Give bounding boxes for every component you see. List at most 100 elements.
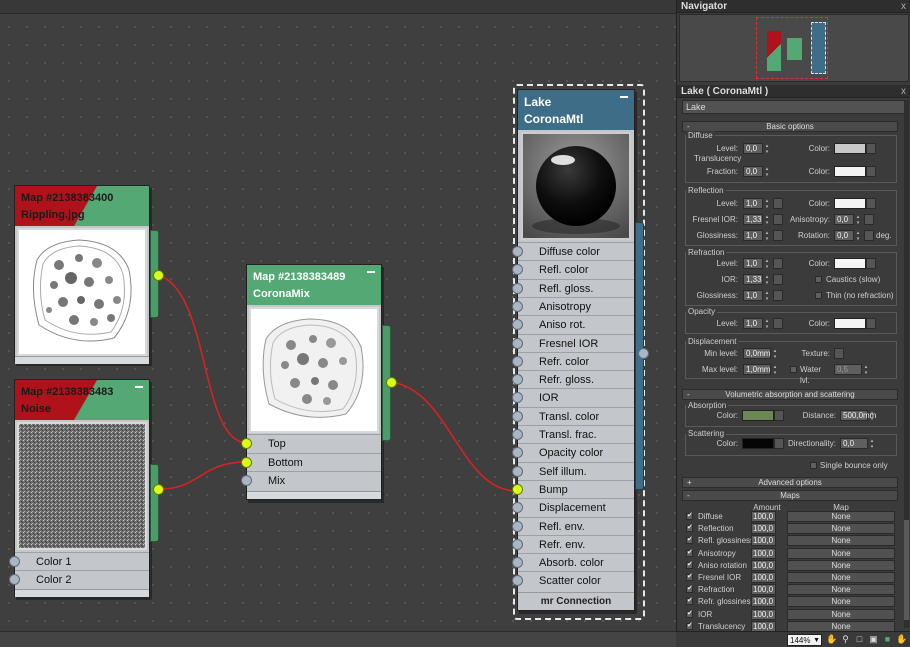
lake-input-socket[interactable] [512,300,523,312]
rotation-map-button[interactable] [864,230,874,241]
fresnel-map-button[interactable] [773,214,783,225]
map-slot-button[interactable]: None [787,523,895,535]
absorption-map-button[interactable] [774,410,784,421]
lake-input-socket[interactable] [512,264,523,276]
lake-socket-row[interactable]: Self illum. [512,461,634,480]
panel-scrollbar-thumb[interactable] [904,520,909,620]
lake-socket-row[interactable]: Displacement [512,498,634,516]
zoom-extents-icon[interactable]: ▣ [868,634,879,645]
map-amount-input[interactable]: 100,0 [751,547,776,559]
map-slot-button[interactable]: None [787,572,895,583]
lake-input-socket[interactable] [512,465,523,477]
rollout-volumetric[interactable]: - Volumetric absorption and scattering [682,389,898,400]
map-amount-input[interactable]: 100,0 [751,572,776,583]
lake-input-socket[interactable] [512,502,523,514]
lake-socket-row[interactable]: Refr. env. [512,534,634,553]
navigator-view[interactable] [679,14,909,82]
lake-input-socket[interactable] [512,483,523,495]
lake-input-socket[interactable] [512,319,523,331]
node-coronamix[interactable]: Map #2138383489 CoronaMix Top Bottom Mix [241,264,397,500]
distance-input[interactable]: 500,0mm [840,410,876,422]
refr-color-swatch[interactable] [834,258,866,269]
zoom-selected-icon[interactable]: ■ [882,634,893,645]
mix-input-socket[interactable] [241,475,252,486]
lake-socket-row[interactable]: Transl. frac. [512,425,634,443]
refr-level-map-button[interactable] [773,258,783,269]
lake-socket-row[interactable]: Aniso rot. [512,315,634,333]
water-level-input[interactable]: 0,5 [834,364,870,376]
map-amount-input[interactable]: 100,0 [751,608,776,620]
socket-top[interactable]: Top [247,434,381,452]
ior-map-button[interactable] [773,274,783,285]
translucency-color-swatch[interactable] [834,166,866,177]
lake-input-socket[interactable] [512,282,523,294]
map-enable-checkbox[interactable] [686,560,693,569]
lake-input-socket[interactable] [512,337,523,349]
lake-socket-row[interactable]: Anisotropy [512,296,634,315]
node-noise[interactable]: Map #2138383483 Noise Color 1 Color 2 [9,379,164,597]
lake-socket-row[interactable]: Refr. gloss. [512,370,634,388]
map-enable-checkbox[interactable] [686,535,693,545]
lake-input-socket[interactable] [512,392,523,404]
diffuse-map-button[interactable] [866,143,876,154]
navigator-title-bar[interactable]: Navigator x [677,0,910,13]
socket-mix[interactable]: Mix [247,471,381,489]
close-icon[interactable]: x [901,0,906,13]
map-slot-button[interactable]: None [787,511,895,522]
minimize-icon[interactable] [620,96,628,98]
color-2-input-socket[interactable] [9,574,20,585]
rollout-advanced-options[interactable]: + Advanced options [682,477,898,488]
zoom-dropdown[interactable]: 144% ▼ [787,634,822,646]
lake-socket-row[interactable]: Diffuse color [512,242,634,260]
opacity-level-map-button[interactable] [773,318,783,329]
lake-socket-row[interactable]: Scatter color [512,571,634,589]
lake-input-socket[interactable] [512,410,523,422]
map-slot-button[interactable]: None [787,559,895,571]
diffuse-color-swatch[interactable] [834,143,866,154]
map-amount-input[interactable]: 100,0 [751,535,776,547]
material-title-bar[interactable]: Lake ( CoronaMtl ) x [677,85,910,98]
lake-socket-row[interactable]: Absorb. color [512,553,634,571]
opacity-color-swatch[interactable] [834,318,866,329]
color-1-input-socket[interactable] [9,556,20,567]
node-lake[interactable]: Lake CoronaMtl Diffuse color Refl. color R… [512,89,649,611]
single-bounce-checkbox[interactable] [810,462,817,469]
map-amount-input[interactable]: 100,0 [751,511,776,522]
refl-color-swatch[interactable] [834,198,866,209]
zoom-icon[interactable]: ⚲ [840,634,851,645]
lake-input-socket[interactable] [512,520,523,532]
directionality-input[interactable]: 0,0 [840,438,876,450]
material-name-field[interactable]: Lake [682,100,907,114]
water-level-checkbox[interactable] [790,366,797,373]
lake-input-socket[interactable] [512,374,523,386]
node-lake-header[interactable]: Lake CoronaMtl [518,90,634,130]
socket-color-1[interactable]: Color 1 [15,552,149,570]
top-input-socket[interactable] [241,438,252,449]
refl-level-input[interactable]: 1,0 [743,198,771,210]
map-amount-input[interactable]: 100,0 [751,584,776,596]
pan-hand-icon[interactable]: ✋ [826,634,837,645]
noise-output-socket[interactable] [153,484,164,495]
map-enable-checkbox[interactable] [686,572,693,581]
refl-gloss-map-button[interactable] [773,230,783,241]
map-enable-checkbox[interactable] [686,609,693,618]
lake-input-socket[interactable] [512,447,523,459]
lake-socket-row[interactable]: Fresnel IOR [512,333,634,352]
lake-input-socket[interactable] [512,429,523,440]
pan-to-selected-icon[interactable]: ✋ [896,634,907,645]
panel-scrollbar[interactable] [904,100,909,628]
bottom-input-socket[interactable] [241,457,252,468]
absorption-color-swatch[interactable] [742,410,774,421]
map-slot-button[interactable]: None [787,547,895,559]
scatter-color-swatch[interactable] [742,438,774,449]
caustics-checkbox[interactable] [815,276,822,283]
node-noise-output-tab[interactable] [150,464,159,542]
node-rippling[interactable]: Map #2138383400 Rippling.jpg [14,185,164,364]
refr-gloss-map-button[interactable] [773,290,783,301]
socket-bottom[interactable]: Bottom [247,453,381,471]
max-level-input[interactable]: 1,0mm [743,364,779,376]
map-slot-button[interactable]: None [787,584,895,596]
map-enable-checkbox[interactable] [686,621,693,630]
lake-socket-row[interactable]: Transl. color [512,406,634,425]
lake-input-socket[interactable] [512,355,523,367]
